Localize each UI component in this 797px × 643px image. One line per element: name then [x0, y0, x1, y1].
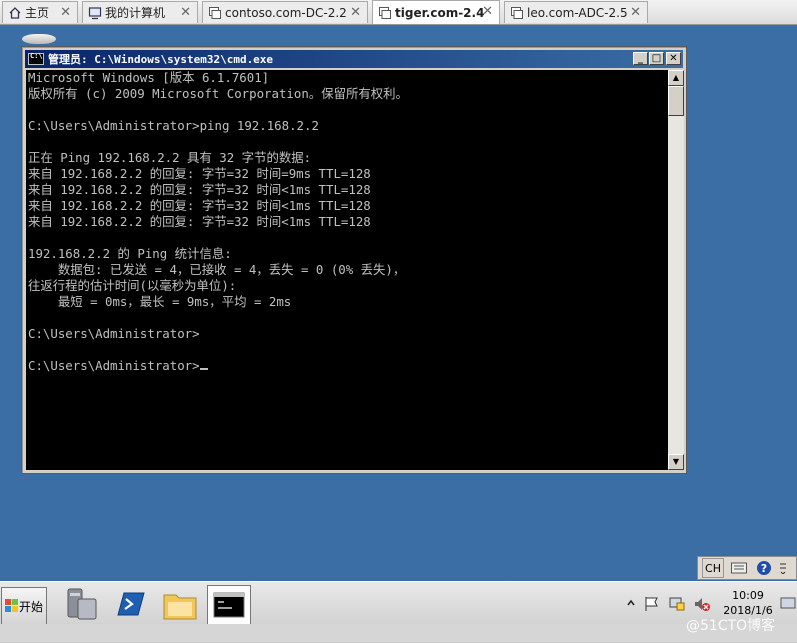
- scroll-down-button[interactable]: ▼: [668, 454, 684, 470]
- maximize-button[interactable]: □: [649, 52, 664, 65]
- vm-status-bar: [0, 624, 797, 642]
- console-line: 最短 = 0ms，最长 = 9ms，平均 = 2ms: [28, 294, 292, 309]
- minimize-button[interactable]: _: [633, 52, 648, 65]
- volume-muted-icon[interactable]: [693, 596, 711, 612]
- network-icon[interactable]: [668, 596, 686, 612]
- recycle-bin-icon[interactable]: [22, 34, 56, 44]
- explorer-icon[interactable]: [158, 585, 202, 625]
- tab-my-computer[interactable]: 我的计算机 ✕: [82, 1, 198, 23]
- console-output[interactable]: Microsoft Windows [版本 6.1.7601] 版权所有 (c) …: [26, 70, 668, 470]
- chevron-up-icon[interactable]: [626, 596, 636, 610]
- tab-tiger[interactable]: tiger.com-2.4 ✕: [372, 0, 500, 24]
- system-clock[interactable]: 10:09 2018/1/6: [720, 588, 776, 618]
- tab-label: contoso.com-DC-2.2: [225, 5, 347, 20]
- powershell-icon[interactable]: [108, 585, 152, 625]
- console-line: C:\Users\Administrator>ping 192.168.2.2: [28, 118, 319, 133]
- home-icon: [9, 6, 21, 19]
- vertical-scrollbar[interactable]: ▲ ▼: [668, 70, 684, 470]
- console-line: C:\Users\Administrator>: [28, 326, 200, 341]
- scroll-thumb[interactable]: [668, 86, 684, 116]
- computer-icon: [88, 6, 102, 19]
- console-line: 版权所有 (c) 2009 Microsoft Corporation。保留所有…: [28, 86, 408, 101]
- windows-logo-icon: [4, 599, 18, 612]
- console-line: 192.168.2.2 的 Ping 统计信息:: [28, 246, 232, 261]
- tab-contoso-dc[interactable]: contoso.com-DC-2.2 ✕: [202, 1, 368, 23]
- tab-leo-adc[interactable]: leo.com-ADC-2.5 ✕: [504, 1, 648, 23]
- vm-tab-bar: 主页 ✕ 我的计算机 ✕ contoso.com-DC-2.2 ✕ tiger.…: [0, 0, 797, 25]
- console-line: 来自 192.168.2.2 的回复: 字节=32 时间<1ms TTL=128: [28, 214, 371, 229]
- console-line: 往返行程的估计时间(以毫秒为单位):: [28, 278, 237, 293]
- vm-icon: [209, 6, 221, 19]
- tab-label: leo.com-ADC-2.5: [527, 5, 628, 20]
- cmd-icon: [28, 52, 44, 65]
- svg-text:?: ?: [761, 562, 767, 575]
- language-indicator[interactable]: CH: [702, 558, 724, 578]
- console-line: 来自 192.168.2.2 的回复: 字节=32 时间<1ms TTL=128: [28, 198, 371, 213]
- window-title-bar[interactable]: 管理员: C:\Windows\system32\cmd.exe _ □ ✕: [25, 50, 683, 68]
- console-line: 来自 192.168.2.2 的回复: 字节=32 时间<1ms TTL=128: [28, 182, 371, 197]
- options-icon[interactable]: [778, 559, 788, 577]
- tab-label: 我的计算机: [105, 6, 166, 20]
- start-button[interactable]: 开始: [1, 587, 47, 625]
- cmd-window[interactable]: 管理员: C:\Windows\system32\cmd.exe _ □ ✕ M…: [21, 46, 687, 474]
- vm-icon: [379, 6, 391, 19]
- start-label: 开始: [18, 599, 43, 614]
- language-bar: CH ?: [697, 556, 797, 580]
- tab-label: tiger.com-2.4: [395, 5, 485, 20]
- help-icon[interactable]: ?: [754, 559, 774, 577]
- show-desktop-icon[interactable]: [780, 596, 797, 612]
- server-manager-icon[interactable]: [60, 585, 104, 625]
- cmd-taskbar-button[interactable]: [207, 585, 251, 625]
- clock-time: 10:09: [732, 589, 764, 602]
- vm-icon: [511, 6, 523, 19]
- tab-home[interactable]: 主页 ✕: [2, 1, 78, 23]
- close-icon[interactable]: ✕: [630, 5, 641, 20]
- keyboard-icon[interactable]: [728, 559, 750, 577]
- console-line: Microsoft Windows [版本 6.1.7601]: [28, 70, 270, 85]
- watermark: @51CTO博客: [686, 618, 776, 634]
- console-line: C:\Users\Administrator>: [26, 358, 668, 374]
- close-button[interactable]: ✕: [666, 52, 681, 65]
- console-line: 正在 Ping 192.168.2.2 具有 32 字节的数据:: [28, 150, 312, 165]
- console-line: 来自 192.168.2.2 的回复: 字节=32 时间=9ms TTL=128: [28, 166, 371, 181]
- tab-label: 主页: [25, 6, 50, 20]
- close-icon[interactable]: ✕: [60, 5, 71, 20]
- window-title: 管理员: C:\Windows\system32\cmd.exe: [48, 53, 274, 66]
- flag-icon[interactable]: [643, 596, 661, 612]
- close-icon[interactable]: ✕: [482, 4, 493, 19]
- console-line: 数据包: 已发送 = 4，已接收 = 4，丢失 = 0 (0% 丢失)，: [28, 262, 406, 277]
- close-icon[interactable]: ✕: [180, 5, 191, 20]
- scroll-up-button[interactable]: ▲: [668, 70, 684, 86]
- text-cursor: [199, 368, 208, 370]
- close-icon[interactable]: ✕: [350, 5, 361, 20]
